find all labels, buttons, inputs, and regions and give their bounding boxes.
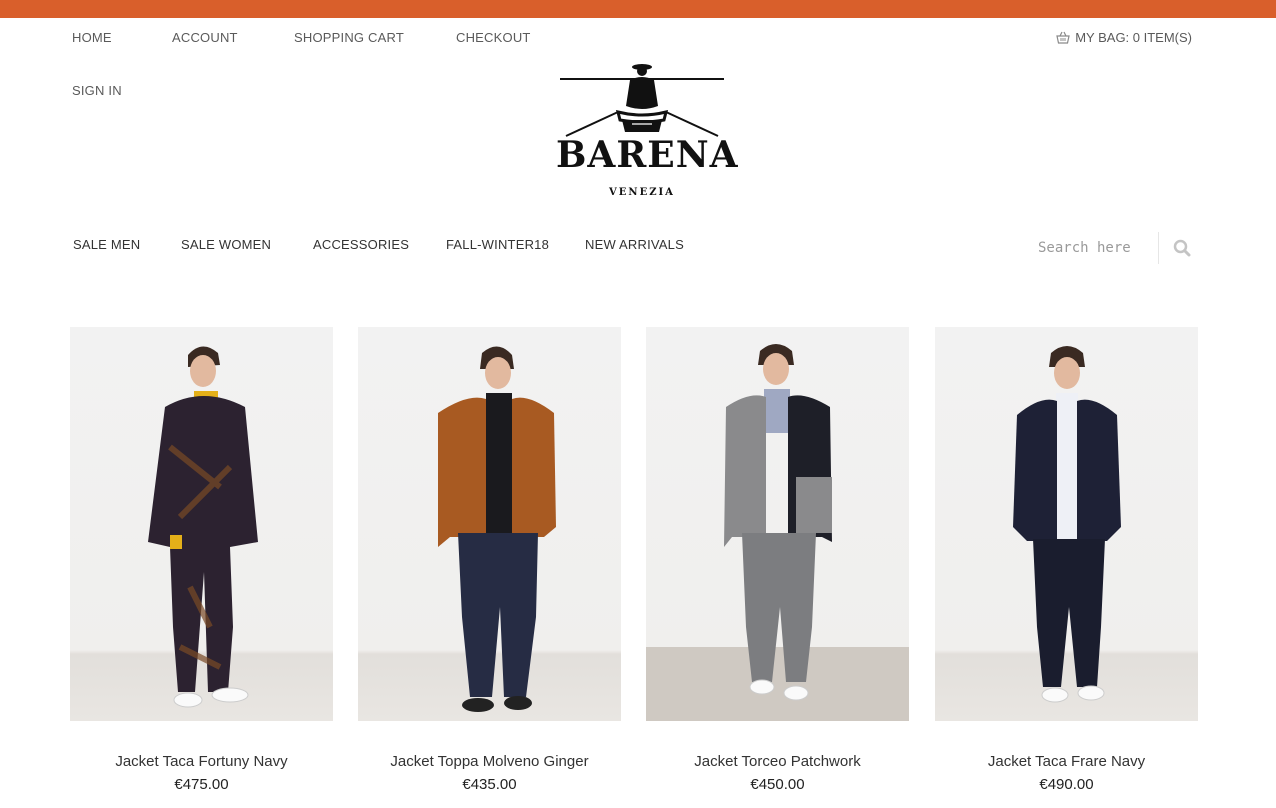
product-image[interactable]: [358, 327, 621, 721]
barena-logo[interactable]: BARENA VENEZIA: [556, 60, 739, 202]
model-figure-icon: [148, 346, 258, 708]
nav-home-link[interactable]: HOME: [72, 30, 112, 45]
search-button[interactable]: [1167, 232, 1197, 264]
nav-sale-women-link[interactable]: SALE WOMEN: [181, 237, 271, 252]
logo-wordmark: BARENA: [556, 134, 739, 176]
search-input[interactable]: [1030, 233, 1148, 263]
product-price: €475.00: [174, 776, 229, 793]
nav-new-arrivals-link[interactable]: NEW ARRIVALS: [585, 237, 684, 252]
product-price: €450.00: [750, 776, 805, 793]
product-image[interactable]: [646, 327, 909, 721]
product-price: €435.00: [462, 776, 517, 793]
product-name[interactable]: Jacket Torceo Patchwork: [646, 753, 909, 770]
nav-account-link[interactable]: ACCOUNT: [172, 30, 238, 45]
my-bag-label: MY BAG: 0 ITEM(S): [1075, 30, 1192, 45]
nav-accessories-link[interactable]: ACCESSORIES: [313, 237, 409, 252]
nav-shopping-cart-link[interactable]: SHOPPING CART: [294, 30, 404, 45]
nav-fall-winter-link[interactable]: FALL-WINTER18: [446, 237, 549, 252]
search-divider: [1158, 232, 1159, 264]
model-figure-icon: [438, 346, 556, 712]
model-figure-icon: [1013, 346, 1121, 703]
product-name[interactable]: Jacket Taca Frare Navy: [935, 753, 1198, 770]
logo-subtitle: VENEZIA: [609, 187, 675, 198]
basket-icon: [1056, 31, 1070, 44]
search-icon: [1173, 239, 1191, 257]
product-name[interactable]: Jacket Taca Fortuny Navy: [70, 753, 333, 770]
product-card[interactable]: Jacket Taca Fortuny Navy €475.00: [70, 327, 333, 793]
my-bag-link[interactable]: MY BAG: 0 ITEM(S): [1056, 30, 1192, 45]
product-image[interactable]: [70, 327, 333, 721]
product-card[interactable]: Jacket Taca Frare Navy €490.00: [935, 327, 1198, 793]
product-name[interactable]: Jacket Toppa Molveno Ginger: [358, 753, 621, 770]
search-bar: [1030, 232, 1200, 264]
top-accent-bar: [0, 0, 1276, 18]
gondolier-logo-icon: [560, 64, 724, 137]
product-card[interactable]: Jacket Torceo Patchwork €450.00: [646, 327, 909, 793]
nav-checkout-link[interactable]: CHECKOUT: [456, 30, 531, 45]
product-image[interactable]: [935, 327, 1198, 721]
product-card[interactable]: Jacket Toppa Molveno Ginger €435.00: [358, 327, 621, 793]
model-figure-icon: [646, 344, 909, 721]
nav-sale-men-link[interactable]: SALE MEN: [73, 237, 140, 252]
product-price: €490.00: [1039, 776, 1094, 793]
nav-sign-in-link[interactable]: SIGN IN: [72, 83, 122, 98]
